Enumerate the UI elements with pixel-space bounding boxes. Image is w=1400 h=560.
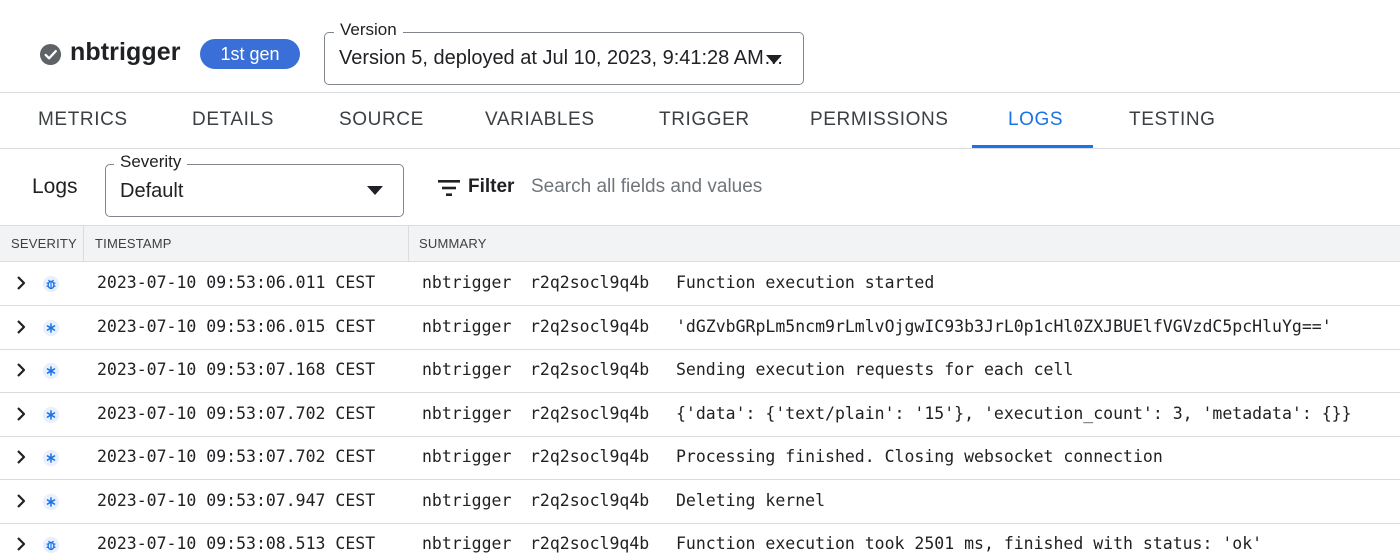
log-execution-id: r2q2socl9q4b xyxy=(530,316,650,336)
log-execution-id: r2q2socl9q4b xyxy=(530,447,650,466)
column-divider xyxy=(408,226,409,262)
search-input[interactable] xyxy=(531,174,1031,200)
tab-details[interactable]: DETAILS xyxy=(192,93,274,148)
chevron-down-icon[interactable] xyxy=(766,55,782,64)
log-function-name: nbtrigger xyxy=(422,360,512,379)
tab-source[interactable]: SOURCE xyxy=(339,93,424,148)
chevron-right-icon[interactable] xyxy=(14,362,28,378)
log-function-name: nbtrigger xyxy=(422,403,512,423)
default-severity-icon xyxy=(42,406,60,423)
column-header-timestamp[interactable]: TIMESTAMP xyxy=(95,226,172,262)
version-label: Version xyxy=(334,20,403,40)
log-timestamp: 2023-07-10 09:53:06.015 CEST xyxy=(97,316,376,336)
log-function-name: nbtrigger xyxy=(422,273,512,292)
check-circle-icon xyxy=(39,43,62,66)
log-function-name: nbtrigger xyxy=(422,316,512,336)
log-function-name: nbtrigger xyxy=(422,534,512,553)
tab-variables[interactable]: VARIABLES xyxy=(485,93,595,148)
default-severity-icon xyxy=(42,493,60,510)
default-severity-icon xyxy=(42,449,60,467)
table-row[interactable]: 2023-07-10 09:53:06.011 CEST nbtrigger r2q… xyxy=(0,262,1400,306)
chevron-right-icon[interactable] xyxy=(14,493,28,509)
log-message: Processing finished. Closing websocket c… xyxy=(676,447,1163,466)
chevron-right-icon[interactable] xyxy=(14,406,28,422)
function-name: nbtrigger xyxy=(70,38,181,66)
table-row[interactable]: 2023-07-10 09:53:07.702 CEST nbtrigger r2q… xyxy=(0,436,1400,480)
table-row[interactable]: 2023-07-10 09:53:07.702 CEST nbtrigger r2q… xyxy=(0,393,1400,437)
column-header-severity[interactable]: SEVERITY xyxy=(11,226,77,262)
log-function-name: nbtrigger xyxy=(422,490,512,510)
log-execution-id: r2q2socl9q4b xyxy=(530,273,650,292)
tab-trigger[interactable]: TRIGGER xyxy=(659,93,750,148)
tab-bar: METRICS DETAILS SOURCE VARIABLES TRIGGER… xyxy=(0,93,1400,149)
chevron-right-icon[interactable] xyxy=(14,536,28,552)
log-message: {'data': {'text/plain': '15'}, 'executio… xyxy=(676,403,1352,423)
log-message: Sending execution requests for each cell xyxy=(676,360,1074,379)
default-severity-icon xyxy=(42,362,60,380)
log-execution-id: r2q2socl9q4b xyxy=(530,490,650,510)
log-execution-id: r2q2socl9q4b xyxy=(530,360,650,379)
log-message: Function execution started xyxy=(676,273,935,292)
debug-severity-icon xyxy=(42,275,60,293)
severity-value[interactable]: Default xyxy=(120,180,183,203)
chevron-right-icon[interactable] xyxy=(14,449,28,465)
log-timestamp: 2023-07-10 09:53:06.011 CEST xyxy=(97,273,376,292)
debug-severity-icon xyxy=(42,536,60,554)
log-timestamp: 2023-07-10 09:53:07.947 CEST xyxy=(97,490,376,510)
table-row[interactable]: 2023-07-10 09:53:07.168 CEST nbtrigger r2q… xyxy=(0,349,1400,393)
tab-permissions[interactable]: PERMISSIONS xyxy=(810,93,949,148)
filter-button[interactable]: Filter xyxy=(468,176,514,198)
default-severity-icon xyxy=(42,319,60,336)
gen-badge: 1st gen xyxy=(200,39,300,69)
tab-metrics[interactable]: METRICS xyxy=(38,93,128,148)
table-row[interactable]: 2023-07-10 09:53:06.015 CEST nbtrigger r2q… xyxy=(0,306,1400,350)
logs-title: Logs xyxy=(32,175,78,198)
column-header-summary[interactable]: SUMMARY xyxy=(419,226,487,262)
active-tab-indicator xyxy=(972,145,1093,148)
tab-testing[interactable]: TESTING xyxy=(1129,93,1216,148)
table-row[interactable]: 2023-07-10 09:53:08.513 CEST nbtrigger r2q… xyxy=(0,523,1400,560)
tab-logs[interactable]: LOGS xyxy=(1008,93,1063,148)
table-row[interactable]: 2023-07-10 09:53:07.947 CEST nbtrigger r2q… xyxy=(0,480,1400,524)
log-message: 'dGZvbGRpLm5ncm9rLmlvOjgwIC93b3JrL0p1cHl… xyxy=(676,316,1332,336)
log-execution-id: r2q2socl9q4b xyxy=(530,403,650,423)
column-divider xyxy=(83,226,84,262)
chevron-down-icon[interactable] xyxy=(367,186,383,195)
log-timestamp: 2023-07-10 09:53:08.513 CEST xyxy=(97,534,376,553)
chevron-right-icon[interactable] xyxy=(14,319,28,335)
filter-icon[interactable] xyxy=(438,180,460,196)
log-timestamp: 2023-07-10 09:53:07.702 CEST xyxy=(97,447,376,466)
log-timestamp: 2023-07-10 09:53:07.702 CEST xyxy=(97,403,376,423)
log-message: Function execution took 2501 ms, finishe… xyxy=(676,534,1263,553)
log-execution-id: r2q2socl9q4b xyxy=(530,534,650,553)
severity-label: Severity xyxy=(114,152,188,172)
table-header: SEVERITY TIMESTAMP SUMMARY xyxy=(0,225,1400,262)
log-function-name: nbtrigger xyxy=(422,447,512,466)
version-value[interactable]: Version 5, deployed at Jul 10, 2023, 9:4… xyxy=(339,47,784,70)
chevron-right-icon[interactable] xyxy=(14,275,28,291)
log-message: Deleting kernel xyxy=(676,490,826,510)
log-timestamp: 2023-07-10 09:53:07.168 CEST xyxy=(97,360,376,379)
